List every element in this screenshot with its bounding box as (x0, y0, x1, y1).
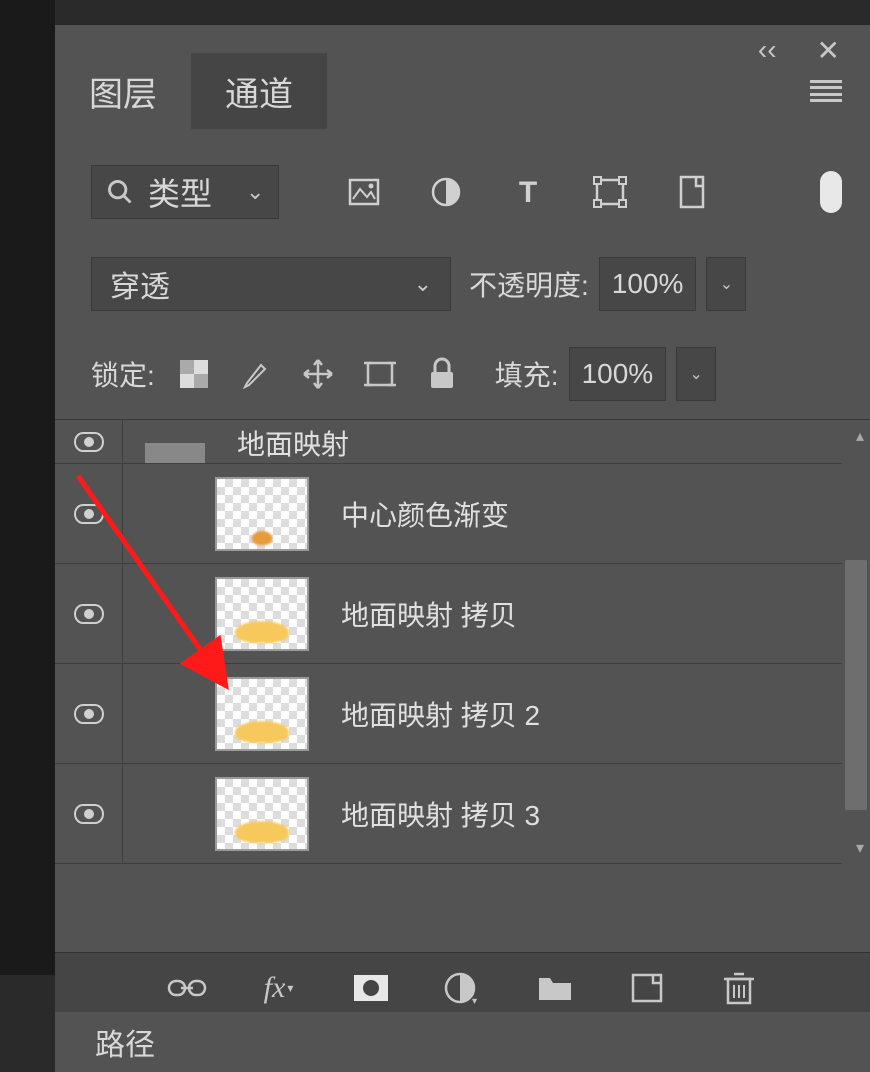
chevron-down-icon: ⌄ (394, 271, 432, 297)
layer-thumbnail (215, 777, 309, 851)
layer-name: 地面映射 (237, 423, 349, 463)
visibility-toggle[interactable] (74, 604, 104, 624)
layer-effects-icon[interactable]: fx▾ (261, 970, 297, 1006)
layers-scrollbar[interactable]: ▴ ▾ (842, 420, 870, 864)
layer-thumbnail (145, 443, 205, 463)
blend-mode-dropdown[interactable]: 穿透 ⌄ (91, 257, 451, 311)
filter-pixel-icon[interactable] (347, 175, 381, 209)
layers-list: 地面映射 中心颜色渐变 地面映射 拷贝 地面映射 拷贝 2 地面映射 拷贝 3 (55, 419, 870, 864)
new-layer-icon[interactable] (629, 970, 665, 1006)
scrollbar-thumb[interactable] (845, 560, 867, 810)
filter-type-label: 类型 (144, 169, 216, 215)
fill-chevron[interactable]: ⌄ (676, 347, 716, 401)
link-layers-icon[interactable] (169, 970, 205, 1006)
layer-row[interactable]: 地面映射 拷贝 (55, 564, 870, 664)
lock-label: 锁定: (91, 354, 155, 394)
blend-mode-value: 穿透 (110, 262, 394, 306)
filter-adjust-icon[interactable] (429, 175, 463, 209)
panel-menu-icon[interactable] (810, 80, 842, 102)
fill-label: 填充: (495, 354, 559, 394)
visibility-toggle[interactable] (74, 704, 104, 724)
layer-filter-dropdown[interactable]: 类型 ⌄ (91, 165, 279, 219)
panel-tabs: 图层 通道 (55, 53, 870, 129)
filter-toggle[interactable] (820, 171, 842, 213)
lock-artboard-icon[interactable] (363, 357, 397, 391)
new-group-icon[interactable] (537, 970, 573, 1006)
filter-text-icon[interactable]: T (511, 175, 545, 209)
layer-row[interactable]: 地面映射 拷贝 2 (55, 664, 870, 764)
fill-value[interactable]: 100% (569, 347, 667, 401)
lock-position-icon[interactable] (301, 357, 335, 391)
layer-row[interactable]: 地面映射 (55, 420, 870, 464)
layer-thumbnail (215, 477, 309, 551)
tab-layers[interactable]: 图层 (55, 53, 191, 129)
filter-smart-icon[interactable] (675, 175, 709, 209)
lock-pixels-icon[interactable] (239, 357, 273, 391)
layer-name: 地面映射 拷贝 3 (341, 794, 540, 834)
close-panel-icon[interactable]: ✕ (817, 34, 840, 67)
opacity-label: 不透明度: (469, 264, 589, 304)
lock-transparency-icon[interactable] (177, 357, 211, 391)
visibility-toggle[interactable] (74, 804, 104, 824)
layer-row[interactable]: 中心颜色渐变 (55, 464, 870, 564)
collapse-panel-icon[interactable]: ‹‹ (758, 34, 777, 66)
opacity-value[interactable]: 100% (599, 257, 697, 311)
layer-thumbnail (215, 577, 309, 651)
adjustment-layer-icon[interactable]: ▾ (445, 970, 481, 1006)
layer-name: 地面映射 拷贝 2 (341, 694, 540, 734)
visibility-toggle[interactable] (74, 504, 104, 524)
layer-mask-icon[interactable] (353, 970, 389, 1006)
svg-text:T: T (519, 176, 537, 209)
lock-all-icon[interactable] (425, 357, 459, 391)
layer-name: 中心颜色渐变 (341, 494, 509, 534)
layer-row[interactable]: 地面映射 拷贝 3 (55, 764, 870, 864)
filter-shape-icon[interactable] (593, 175, 627, 209)
chevron-down-icon: ⌄ (226, 179, 264, 205)
layer-thumbnail (215, 677, 309, 751)
visibility-toggle[interactable] (74, 432, 104, 452)
tab-channels[interactable]: 通道 (191, 53, 327, 129)
tab-paths[interactable]: 路径 (55, 1012, 870, 1072)
layer-name: 地面映射 拷贝 (341, 594, 517, 634)
opacity-chevron[interactable]: ⌄ (706, 257, 746, 311)
paths-label: 路径 (95, 1020, 155, 1064)
delete-layer-icon[interactable] (721, 970, 757, 1006)
